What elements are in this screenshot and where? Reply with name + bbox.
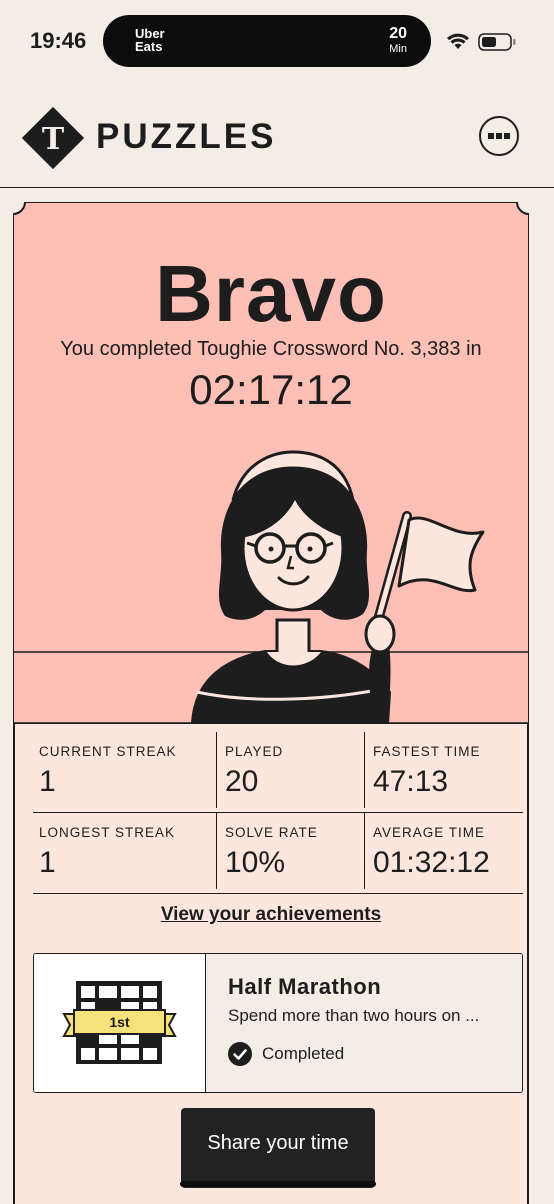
- stats-grid: CURRENT STREAK 1 PLAYED 20 FASTEST TIME …: [33, 732, 523, 894]
- stat-current-streak: CURRENT STREAK 1: [39, 732, 215, 808]
- battery-icon: [478, 33, 516, 51]
- check-circle-icon: [228, 1042, 252, 1066]
- telegraph-logo-icon[interactable]: T: [22, 107, 84, 169]
- more-menu-button[interactable]: [479, 116, 519, 156]
- stats-row: LONGEST STREAK 1 SOLVE RATE 10% AVERAGE …: [33, 813, 523, 894]
- stat-value: 10%: [225, 846, 286, 879]
- share-time-button[interactable]: Share your time: [181, 1108, 375, 1188]
- celebration-illustration: [191, 450, 485, 724]
- achievement-status: Completed: [228, 1042, 344, 1066]
- header-divider: [0, 187, 554, 188]
- stat-value: 1: [39, 846, 56, 879]
- status-bar: 19:46 Uber Eats 20 Min: [0, 0, 554, 82]
- view-achievements-link[interactable]: View your achievements: [15, 904, 527, 926]
- eta-unit: Min: [389, 43, 407, 55]
- stat-solve-rate: SOLVE RATE 10%: [216, 813, 371, 889]
- achievement-info: Half Marathon Spend more than two hours …: [206, 954, 522, 1092]
- eta-number: 20: [389, 25, 407, 42]
- achievement-description: Spend more than two hours on ...: [228, 1006, 480, 1025]
- status-time: 19:46: [30, 28, 87, 53]
- stat-value: 1: [39, 765, 56, 798]
- wifi-icon: [447, 33, 469, 49]
- result-time: 02:17:12: [189, 366, 353, 413]
- stat-label: SOLVE RATE: [225, 825, 318, 840]
- more-dots-icon: [488, 133, 510, 139]
- dynamic-island[interactable]: Uber Eats 20 Min: [103, 15, 431, 67]
- stat-played: PLAYED 20: [216, 732, 371, 808]
- live-activity-eta: 20 Min: [389, 25, 407, 55]
- stat-fastest-time: FASTEST TIME 47:13: [364, 732, 531, 808]
- stat-label: CURRENT STREAK: [39, 744, 177, 759]
- result-headline: Bravo: [155, 249, 387, 338]
- achievement-title: Half Marathon: [228, 974, 382, 999]
- home-indicator[interactable]: [180, 1181, 376, 1187]
- stat-average-time: AVERAGE TIME 01:32:12: [364, 813, 531, 889]
- achievement-card[interactable]: 1st Half Marathon Spend more than two ho…: [33, 953, 523, 1093]
- achievement-badge: 1st: [34, 954, 206, 1092]
- stat-label: LONGEST STREAK: [39, 825, 176, 840]
- logo-letter: T: [42, 122, 65, 157]
- achievement-status-text: Completed: [262, 1044, 345, 1063]
- live-activity-app: Uber Eats: [135, 26, 165, 54]
- app-header: T PUZZLES: [0, 95, 554, 187]
- brand-title: PUZZLES: [96, 117, 277, 156]
- stats-row: CURRENT STREAK 1 PLAYED 20 FASTEST TIME …: [33, 732, 523, 813]
- stats-section: CURRENT STREAK 1 PLAYED 20 FASTEST TIME …: [13, 724, 529, 1204]
- stat-value: 01:32:12: [373, 846, 490, 879]
- stat-label: AVERAGE TIME: [373, 825, 486, 840]
- stat-value: 47:13: [373, 765, 449, 798]
- result-message: You completed Toughie Crossword No. 3,38…: [60, 338, 482, 360]
- stat-label: PLAYED: [225, 744, 284, 759]
- result-card: Bravo You completed Toughie Crossword No…: [13, 202, 529, 1204]
- stat-value: 20: [225, 765, 259, 798]
- crossword-badge-icon: 1st: [62, 981, 177, 1064]
- stat-longest-streak: LONGEST STREAK 1: [39, 813, 215, 889]
- badge-rank: 1st: [109, 1014, 130, 1030]
- stat-label: FASTEST TIME: [373, 744, 481, 759]
